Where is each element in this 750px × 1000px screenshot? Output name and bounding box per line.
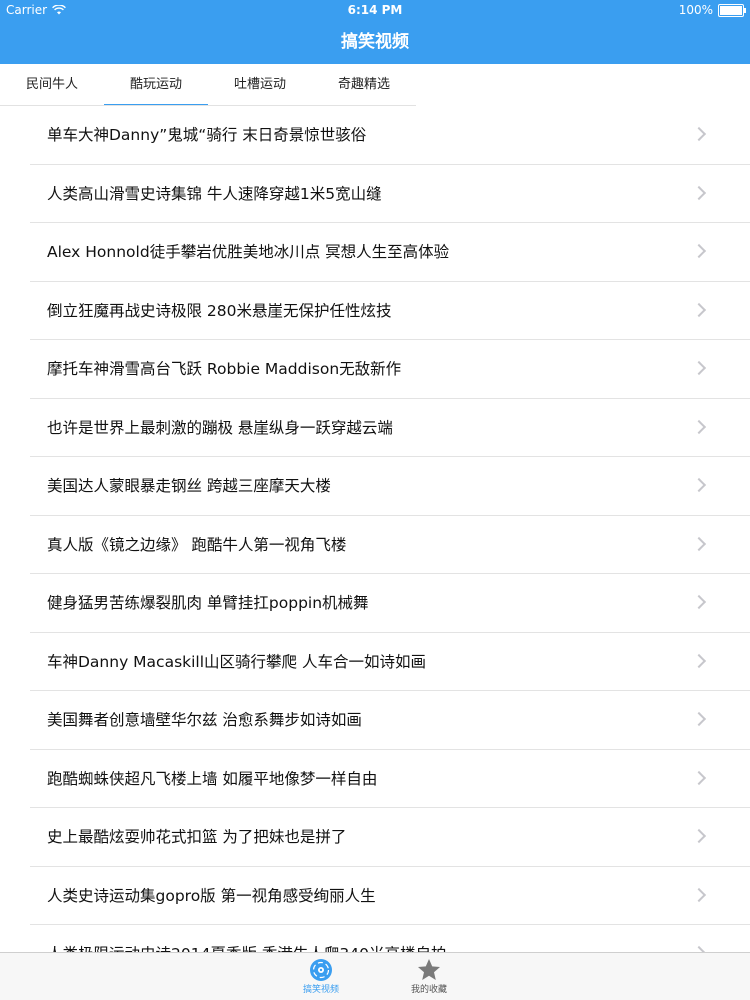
status-right: 100%: [678, 0, 746, 20]
chevron-right-icon: [691, 536, 707, 551]
header: Carrier 6:14 PM 100% 搞笑视频: [0, 0, 750, 64]
list-item[interactable]: 人类史诗运动集gopro版 第一视角感受绚丽人生: [0, 867, 750, 926]
list-item[interactable]: 人类高山滑雪史诗集锦 牛人速降穿越1米5宽山缝: [0, 165, 750, 224]
list-item-title: 真人版《镜之边缘》 跑酷牛人第一视角飞楼: [47, 535, 347, 554]
list-item[interactable]: 美国达人蒙眼暴走钢丝 跨越三座摩天大楼: [0, 457, 750, 516]
list-item[interactable]: 倒立狂魔再战史诗极限 280米悬崖无保护任性炫技: [0, 282, 750, 341]
tab-cool-sports[interactable]: 酷玩运动: [104, 64, 208, 106]
list-item-title: 摩托车神滑雪高台飞跃 Robbie Maddison无敌新作: [47, 360, 402, 378]
list-item-title: 人类极限运动史诗2014夏季版 香港牛人爬340米高楼自拍: [47, 925, 446, 952]
list-item-title: Alex Honnold徒手攀岩优胜美地冰川点 冥想人生至高体验: [47, 243, 450, 261]
list-item[interactable]: 也许是世界上最刺激的蹦极 悬崖纵身一跃穿越云端: [0, 399, 750, 458]
list-item[interactable]: 人类极限运动史诗2014夏季版 香港牛人爬340米高楼自拍: [0, 925, 750, 952]
tab-folk-masters[interactable]: 民间牛人: [0, 64, 104, 105]
chevron-right-icon: [691, 828, 707, 844]
status-time: 6:14 PM: [347, 3, 403, 17]
list-item-title: 车神Danny Macaskill山区骑行攀爬 人车合一如诗如画: [47, 652, 426, 671]
list-item-title: 美国达人蒙眼暴走钢丝 跨越三座摩天大楼: [47, 477, 331, 495]
list-item[interactable]: 美国舞者创意墙壁华尔兹 治愈系舞步如诗如画: [0, 691, 750, 750]
chevron-right-icon: [691, 243, 707, 259]
list-item-title: 也许是世界上最刺激的蹦极 悬崖纵身一跃穿越云端: [47, 418, 393, 437]
list-item[interactable]: 健身猛男苦练爆裂肌肉 单臂挂扛poppin机械舞: [0, 574, 750, 633]
tab-curiosities[interactable]: 奇趣精选: [312, 64, 416, 105]
list-item-title: 人类史诗运动集gopro版 第一视角感受绚丽人生: [47, 886, 376, 905]
page-title: 搞笑视频: [341, 32, 409, 52]
category-tabs: 民间牛人 酷玩运动 吐槽运动 奇趣精选: [0, 64, 750, 106]
chevron-right-icon: [691, 477, 707, 493]
chevron-right-icon: [691, 653, 707, 668]
video-list[interactable]: 单车大神Danny”鬼城“骑行 末日奇景惊世骇俗 人类高山滑雪史诗集锦 牛人速降…: [0, 106, 750, 952]
list-item[interactable]: 摩托车神滑雪高台飞跃 Robbie Maddison无敌新作: [0, 340, 750, 399]
list-item[interactable]: 单车大神Danny”鬼城“骑行 末日奇景惊世骇俗: [0, 106, 750, 165]
list-item[interactable]: 跑酷蜘蛛侠超凡飞楼上墙 如履平地像梦一样自由: [0, 750, 750, 809]
chevron-right-icon: [691, 711, 707, 727]
list-item-title: 跑酷蜘蛛侠超凡飞楼上墙 如履平地像梦一样自由: [47, 769, 378, 788]
status-bar: Carrier 6:14 PM 100%: [0, 0, 750, 20]
list-item-title: 健身猛男苦练爆裂肌肉 单臂挂扛poppin机械舞: [47, 594, 369, 612]
battery-fill: [720, 5, 742, 15]
list-item[interactable]: 车神Danny Macaskill山区骑行攀爬 人车合一如诗如画: [0, 633, 750, 692]
chevron-right-icon: [691, 594, 707, 610]
star-icon: [418, 959, 440, 980]
list-item-title: 单车大神Danny”鬼城“骑行 末日奇景惊世骇俗: [47, 126, 367, 144]
app-screen: Carrier 6:14 PM 100% 搞笑视频 民间牛人 酷玩运动 吐槽运动: [0, 0, 750, 1000]
list-item[interactable]: 史上最酷炫耍帅花式扣篮 为了把妹也是拼了: [0, 808, 750, 867]
battery-icon: [718, 3, 746, 17]
list-item-title: 人类高山滑雪史诗集锦 牛人速降穿越1米5宽山缝: [47, 184, 382, 203]
tabbar-label: 搞笑视频: [302, 985, 339, 995]
tab-row: 民间牛人 酷玩运动 吐槽运动 奇趣精选: [0, 64, 416, 106]
tabbar-item-favorites[interactable]: 我的收藏: [389, 956, 469, 1000]
chevron-right-icon: [691, 419, 707, 434]
bottom-tab-bar: 搞笑视频 我的收藏: [0, 952, 750, 1000]
list-item[interactable]: 真人版《镜之边缘》 跑酷牛人第一视角飞楼: [0, 516, 750, 575]
list-item-title: 史上最酷炫耍帅花式扣篮 为了把妹也是拼了: [47, 828, 347, 846]
disc-icon: [310, 959, 332, 981]
chevron-right-icon: [691, 302, 707, 317]
tabbar-label: 我的收藏: [410, 985, 447, 995]
list-item-title: 美国舞者创意墙壁华尔兹 治愈系舞步如诗如画: [47, 711, 362, 729]
chevron-right-icon: [691, 185, 707, 200]
battery-percent: 100%: [678, 3, 713, 17]
tab-roast-sports[interactable]: 吐槽运动: [208, 64, 312, 105]
chevron-right-icon: [691, 770, 707, 785]
chevron-right-icon: [691, 126, 707, 142]
tabbar-item-funny-videos[interactable]: 搞笑视频: [281, 956, 361, 1000]
list-item[interactable]: Alex Honnold徒手攀岩优胜美地冰川点 冥想人生至高体验: [0, 223, 750, 282]
chevron-right-icon: [691, 360, 707, 376]
chevron-right-icon: [691, 887, 707, 902]
list-item-title: 倒立狂魔再战史诗极限 280米悬崖无保护任性炫技: [47, 301, 392, 320]
